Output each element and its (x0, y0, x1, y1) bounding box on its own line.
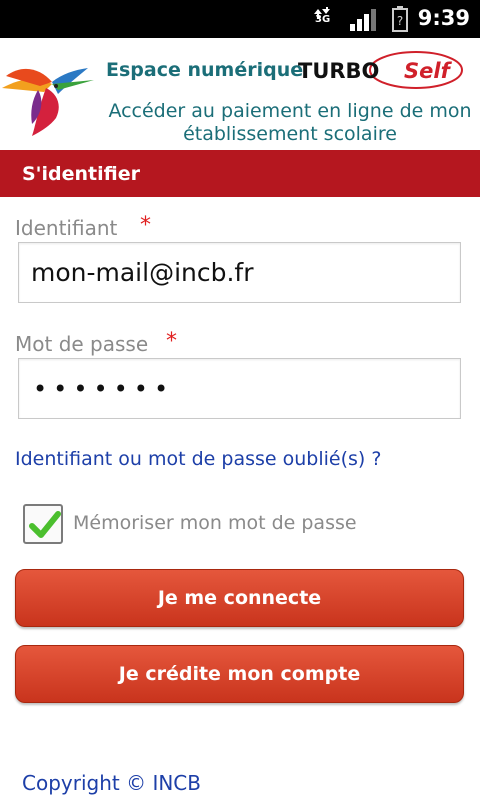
signal-strength-icon (350, 9, 376, 31)
brand-self: Self (404, 59, 453, 83)
credit-account-button-label: Je crédite mon compte (118, 663, 361, 685)
identifier-value: mon-mail@incb.fr (31, 258, 254, 287)
header-subtitle: Accéder au paiement en ligne de mon étab… (108, 100, 472, 145)
svg-text:?: ? (397, 14, 403, 28)
password-masked-value: ••••••• (33, 375, 175, 403)
section-header: S'identifier (0, 150, 480, 197)
login-button[interactable]: Je me connecte (15, 569, 464, 627)
identifier-input[interactable]: mon-mail@incb.fr (18, 242, 461, 303)
status-bar: 3G ? 9:39 (0, 0, 480, 38)
identifier-label: Identifiant (15, 216, 118, 240)
password-input[interactable]: ••••••• (18, 358, 461, 419)
remember-password-label: Mémoriser mon mot de passe (73, 512, 357, 534)
login-button-label: Je me connecte (157, 587, 322, 609)
clock: 9:39 (417, 6, 470, 30)
battery-icon: ? (392, 6, 408, 32)
app-header: Espace numérique TURBO Self Accéder au p… (0, 38, 480, 150)
turboself-logo: TURBO Self (298, 51, 463, 89)
hummingbird-logo-icon (2, 68, 94, 136)
remember-password-checkbox[interactable] (23, 504, 63, 544)
password-required-mark: * (166, 329, 177, 354)
checkmark-icon (29, 511, 61, 538)
forgot-credentials-link[interactable]: Identifiant ou mot de passe oublié(s) ? (15, 448, 381, 470)
brand-turbo: TURBO (298, 59, 379, 83)
password-label: Mot de passe (15, 332, 149, 356)
section-title: S'identifier (22, 163, 140, 185)
app-title: Espace numérique (106, 59, 304, 81)
credit-account-button[interactable]: Je crédite mon compte (15, 645, 464, 703)
identifier-required-mark: * (140, 213, 151, 238)
network-type: 3G (315, 14, 331, 25)
copyright-text: Copyright © INCB (22, 771, 201, 795)
